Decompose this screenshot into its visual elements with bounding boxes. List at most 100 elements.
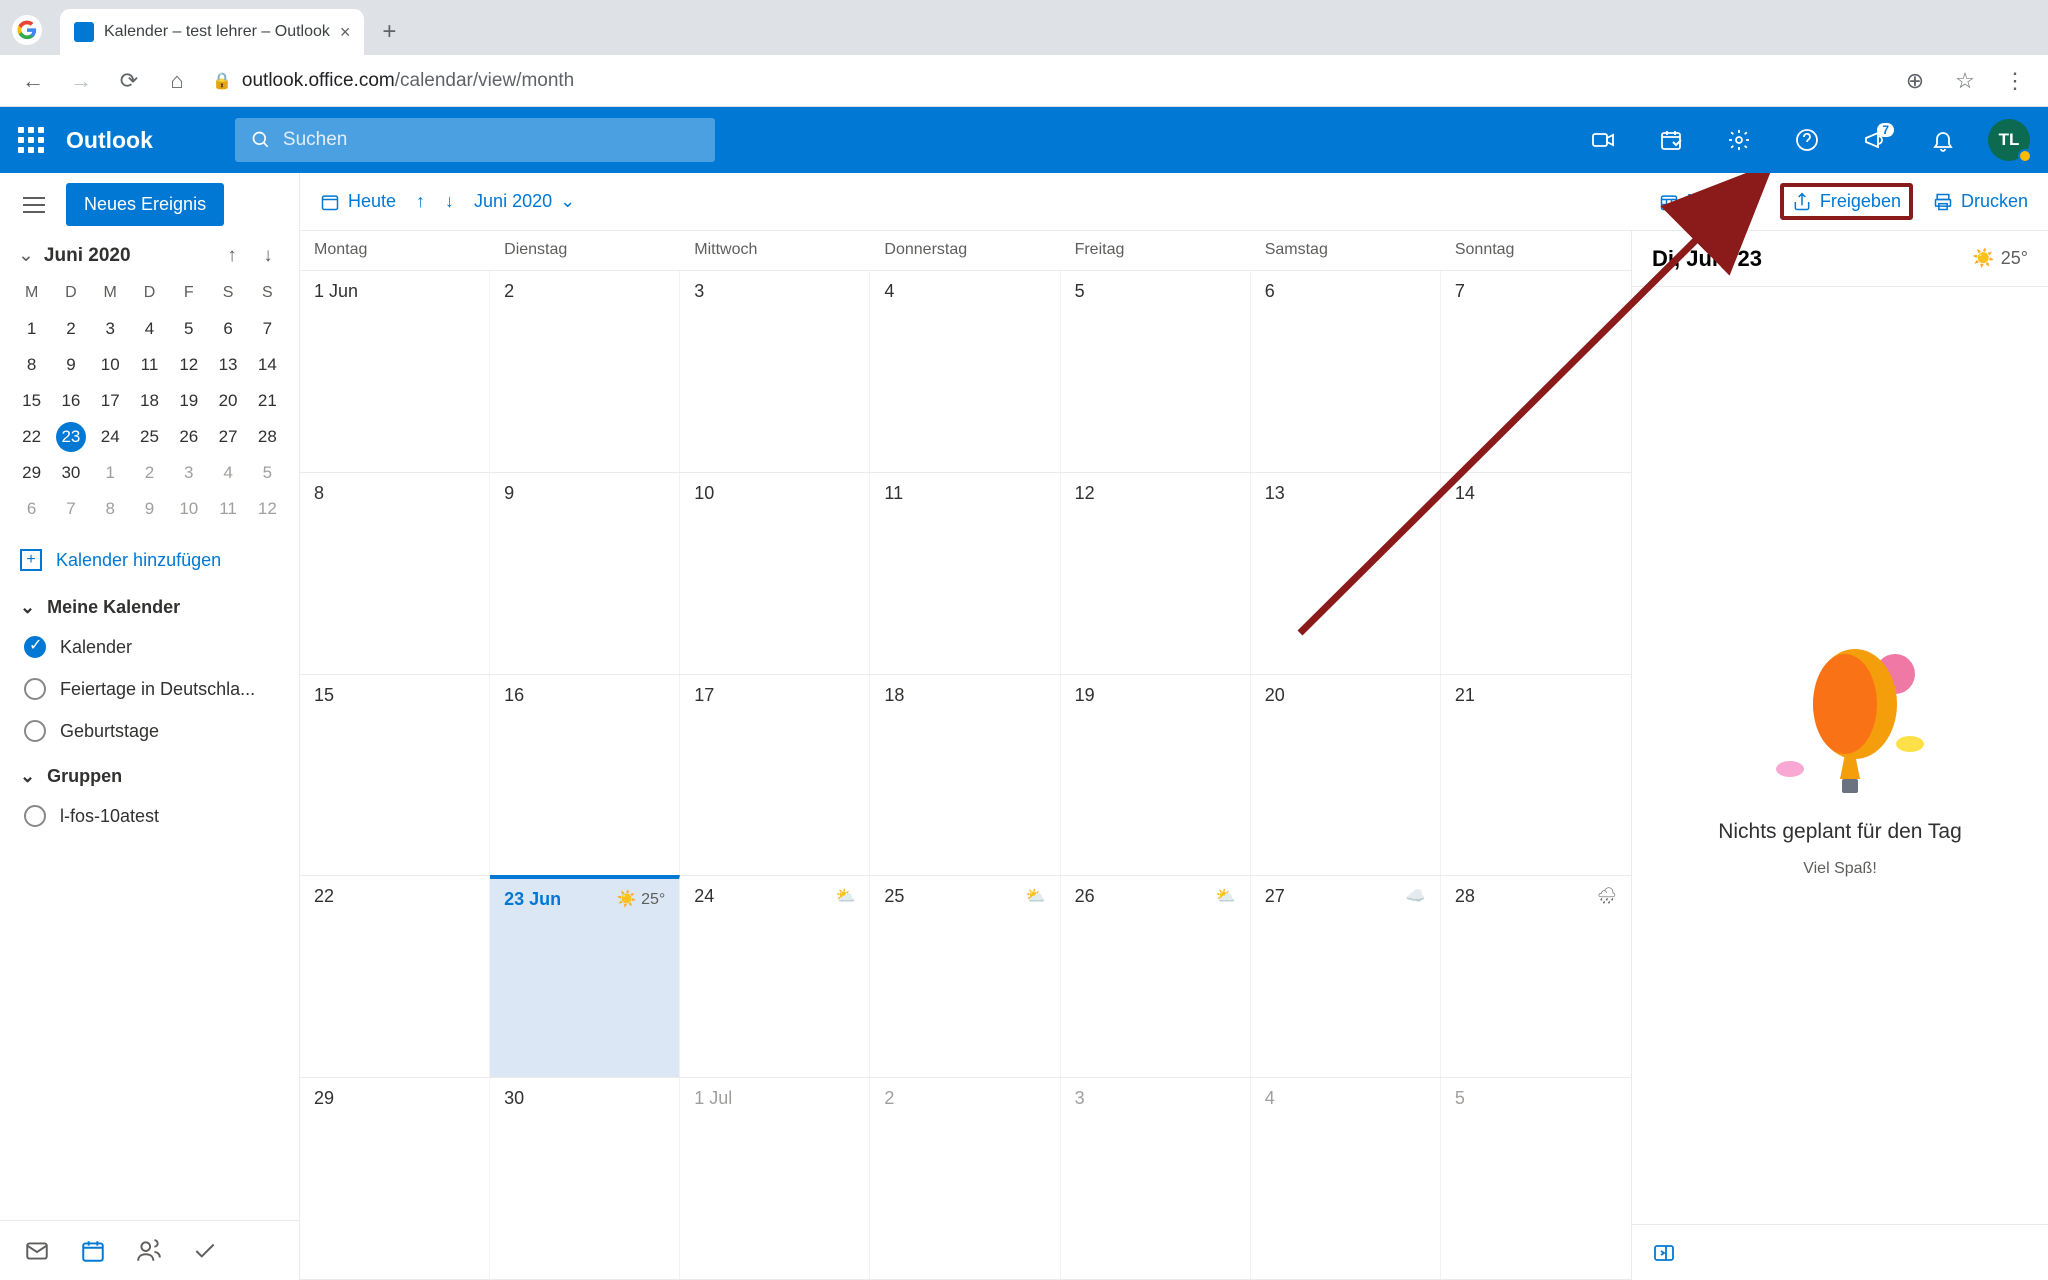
mini-day[interactable]: 21 bbox=[248, 383, 287, 419]
user-avatar[interactable]: TL bbox=[1988, 119, 2030, 161]
mini-day[interactable]: 10 bbox=[91, 347, 130, 383]
mini-day[interactable]: 7 bbox=[51, 491, 90, 527]
calendar-cell[interactable]: 4 bbox=[1251, 1078, 1441, 1279]
chevron-down-icon[interactable]: ⌄ bbox=[18, 244, 34, 267]
calendar-checkbox[interactable] bbox=[24, 805, 46, 827]
calendar-cell[interactable]: 3 bbox=[680, 271, 870, 472]
calendar-cell[interactable]: 7 bbox=[1441, 271, 1631, 472]
search-input[interactable] bbox=[283, 129, 699, 151]
mini-day[interactable]: 11 bbox=[130, 347, 169, 383]
back-button[interactable]: ← bbox=[14, 62, 52, 100]
mini-day[interactable]: 9 bbox=[51, 347, 90, 383]
mini-day[interactable]: 27 bbox=[208, 419, 247, 455]
calendar-cell[interactable]: 21 bbox=[1441, 675, 1631, 876]
calendar-cell[interactable]: 24⛅ bbox=[680, 876, 870, 1077]
new-tab-button[interactable]: + bbox=[370, 13, 408, 51]
month-picker[interactable]: Juni 2020 ⌄ bbox=[474, 191, 575, 212]
mini-day[interactable]: 15 bbox=[12, 383, 51, 419]
mini-day[interactable]: 19 bbox=[169, 383, 208, 419]
print-button[interactable]: Drucken bbox=[1933, 191, 2028, 212]
calendar-cell[interactable]: 4 bbox=[870, 271, 1060, 472]
group-item[interactable]: l-fos-10atest bbox=[0, 795, 299, 837]
mini-day[interactable]: 4 bbox=[208, 455, 247, 491]
mini-day[interactable]: 26 bbox=[169, 419, 208, 455]
hamburger-button[interactable] bbox=[16, 187, 52, 223]
mini-day[interactable]: 23 bbox=[51, 419, 90, 455]
calendar-cell[interactable]: 30 bbox=[490, 1078, 680, 1279]
mini-day[interactable]: 12 bbox=[248, 491, 287, 527]
mini-day[interactable]: 18 bbox=[130, 383, 169, 419]
mini-day[interactable]: 16 bbox=[51, 383, 90, 419]
mini-day[interactable]: 2 bbox=[130, 455, 169, 491]
mini-day[interactable]: 2 bbox=[51, 311, 90, 347]
mini-day[interactable]: 13 bbox=[208, 347, 247, 383]
todo-icon[interactable] bbox=[192, 1238, 218, 1264]
calendar-cell[interactable]: 12 bbox=[1061, 473, 1251, 674]
calendar-cell[interactable]: 1 Jul bbox=[680, 1078, 870, 1279]
calendar-cell[interactable]: 19 bbox=[1061, 675, 1251, 876]
tab-close-icon[interactable]: × bbox=[340, 22, 351, 43]
calendar-cell[interactable]: 5 bbox=[1441, 1078, 1631, 1279]
mini-day[interactable]: 6 bbox=[208, 311, 247, 347]
mini-next-month[interactable]: ↓ bbox=[255, 245, 281, 267]
calendar-cell[interactable]: 22 bbox=[300, 876, 490, 1077]
chrome-menu-button[interactable]: ⋮ bbox=[1996, 62, 2034, 100]
today-button[interactable]: Heute bbox=[320, 191, 396, 212]
forward-button[interactable]: → bbox=[62, 62, 100, 100]
calendar-checkbox[interactable] bbox=[24, 678, 46, 700]
mini-day[interactable]: 6 bbox=[12, 491, 51, 527]
calendar-cell[interactable]: 8 bbox=[300, 473, 490, 674]
mini-day[interactable]: 1 bbox=[12, 311, 51, 347]
calendar-cell[interactable]: 9 bbox=[490, 473, 680, 674]
calendar-cell[interactable]: 29 bbox=[300, 1078, 490, 1279]
calendar-cell[interactable]: 2 bbox=[870, 1078, 1060, 1279]
calendar-cell[interactable]: 20 bbox=[1251, 675, 1441, 876]
calendar-cell[interactable]: 23 Jun☀️ 25° bbox=[490, 875, 680, 1077]
mini-day[interactable]: 14 bbox=[248, 347, 287, 383]
address-bar[interactable]: 🔒 outlook.office.com/calendar/view/month bbox=[206, 70, 1886, 92]
mini-day[interactable]: 17 bbox=[91, 383, 130, 419]
calendar-item[interactable]: Geburtstage bbox=[0, 710, 299, 752]
calendar-cell[interactable]: 16 bbox=[490, 675, 680, 876]
mini-day[interactable]: 3 bbox=[91, 311, 130, 347]
calendar-item[interactable]: Kalender bbox=[0, 626, 299, 668]
calendar-checkbox[interactable] bbox=[24, 720, 46, 742]
mini-day[interactable]: 20 bbox=[208, 383, 247, 419]
calendar-cell[interactable]: 28🌧 bbox=[1441, 876, 1631, 1077]
mini-day[interactable]: 5 bbox=[248, 455, 287, 491]
calendar-cell[interactable]: 1 Jun bbox=[300, 271, 490, 472]
section-groups[interactable]: ⌄ Gruppen bbox=[0, 752, 299, 795]
calendar-cell[interactable]: 27☁️ bbox=[1251, 876, 1441, 1077]
people-icon[interactable] bbox=[136, 1238, 162, 1264]
new-event-button[interactable]: Neues Ereignis bbox=[66, 183, 224, 226]
mini-day[interactable]: 5 bbox=[169, 311, 208, 347]
search-box[interactable] bbox=[235, 118, 715, 162]
collapse-panel-icon[interactable] bbox=[1652, 1241, 1676, 1265]
calendar-cell[interactable]: 3 bbox=[1061, 1078, 1251, 1279]
mini-day[interactable]: 24 bbox=[91, 419, 130, 455]
mini-day[interactable]: 9 bbox=[130, 491, 169, 527]
bell-icon[interactable] bbox=[1920, 117, 1966, 163]
calendar-cell[interactable]: 6 bbox=[1251, 271, 1441, 472]
mini-day[interactable]: 8 bbox=[12, 347, 51, 383]
prev-period-button[interactable]: ↑ bbox=[416, 191, 425, 212]
mini-prev-month[interactable]: ↑ bbox=[219, 245, 245, 267]
bookmark-button[interactable]: ☆ bbox=[1946, 62, 1984, 100]
calendar-cell[interactable]: 17 bbox=[680, 675, 870, 876]
next-period-button[interactable]: ↓ bbox=[445, 191, 454, 212]
section-my-calendars[interactable]: ⌄ Meine Kalender bbox=[0, 583, 299, 626]
calendar-cell[interactable]: 26⛅ bbox=[1061, 876, 1251, 1077]
calendar-cell[interactable]: 18 bbox=[870, 675, 1060, 876]
mail-icon[interactable] bbox=[24, 1238, 50, 1264]
mini-day[interactable]: 11 bbox=[208, 491, 247, 527]
calendar-item[interactable]: Feiertage in Deutschla... bbox=[0, 668, 299, 710]
mini-day[interactable]: 29 bbox=[12, 455, 51, 491]
calendar-cell[interactable]: 14 bbox=[1441, 473, 1631, 674]
mini-day[interactable]: 30 bbox=[51, 455, 90, 491]
settings-icon[interactable] bbox=[1716, 117, 1762, 163]
meet-now-icon[interactable] bbox=[1580, 117, 1626, 163]
mini-day[interactable]: 28 bbox=[248, 419, 287, 455]
mini-day[interactable]: 7 bbox=[248, 311, 287, 347]
help-icon[interactable] bbox=[1784, 117, 1830, 163]
add-page-button[interactable]: ⊕ bbox=[1896, 62, 1934, 100]
